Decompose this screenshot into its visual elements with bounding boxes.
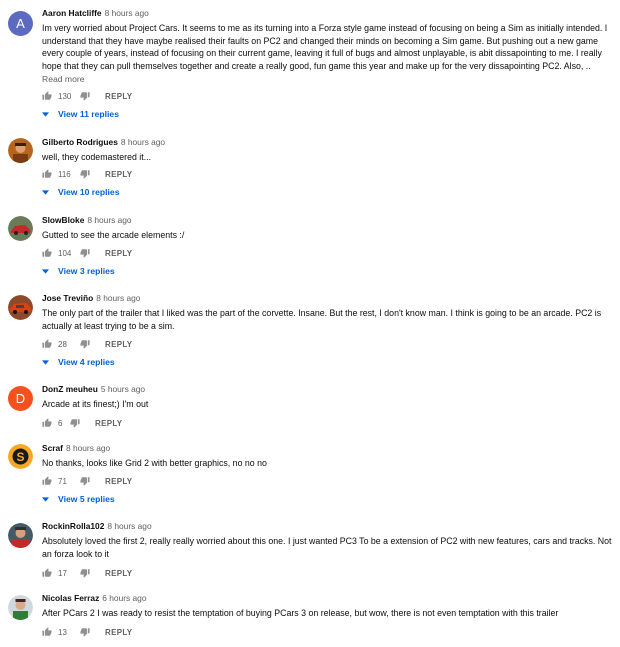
reply-button[interactable]: REPLY <box>105 569 132 578</box>
like-count: 104 <box>58 248 72 258</box>
view-replies-label: View 3 replies <box>58 266 115 276</box>
car-photo-avatar-icon <box>8 295 33 320</box>
like-icon[interactable] <box>42 627 52 637</box>
reply-button[interactable]: REPLY <box>105 92 132 101</box>
read-more-link[interactable]: Read more <box>42 73 614 85</box>
chevron-down-icon <box>42 111 49 117</box>
like-icon[interactable] <box>42 169 52 179</box>
comment-time[interactable]: 5 hours ago <box>101 384 145 394</box>
comment-text: Gutted to see the arcade elements :/ <box>42 230 185 240</box>
s-logo-avatar-icon: S <box>8 444 33 469</box>
view-replies-label: View 11 replies <box>58 109 119 119</box>
chevron-down-icon <box>42 268 49 274</box>
like-count: 13 <box>58 627 67 637</box>
reply-button[interactable]: REPLY <box>105 170 132 179</box>
comment-time[interactable]: 8 hours ago <box>121 137 165 147</box>
like-count: 116 <box>58 169 71 179</box>
dislike-icon[interactable] <box>80 339 90 349</box>
reply-button[interactable]: REPLY <box>105 249 132 258</box>
comment-time[interactable]: 6 hours ago <box>102 593 146 603</box>
avatar[interactable] <box>8 216 33 241</box>
view-replies-button[interactable]: View 10 replies <box>42 186 119 198</box>
dislike-icon[interactable] <box>80 248 90 258</box>
like-count: 130 <box>58 91 72 101</box>
comment-author[interactable]: RockinRolla102 <box>42 521 104 531</box>
dislike-icon[interactable] <box>80 627 90 637</box>
person-photo-avatar-icon <box>8 595 33 620</box>
dislike-icon[interactable] <box>80 568 90 578</box>
view-replies-label: View 4 replies <box>58 357 115 367</box>
avatar[interactable]: D <box>8 386 33 411</box>
like-count: 6 <box>58 418 63 428</box>
like-icon[interactable] <box>42 91 52 101</box>
chevron-down-icon <box>42 359 49 365</box>
view-replies-label: View 5 replies <box>58 494 115 504</box>
comment-text: The only part of the trailer that I like… <box>42 308 602 331</box>
comment-author[interactable]: SlowBloke <box>42 215 84 225</box>
like-count: 28 <box>58 339 67 349</box>
dislike-icon[interactable] <box>80 169 90 179</box>
photo-avatar-icon <box>8 523 33 548</box>
view-replies-button[interactable]: View 3 replies <box>42 265 115 277</box>
comment-author[interactable]: Nicolas Ferraz <box>42 593 99 603</box>
view-replies-button[interactable]: View 11 replies <box>42 108 119 120</box>
comment-time[interactable]: 8 hours ago <box>66 443 110 453</box>
comment-text: No thanks, looks like Grid 2 with better… <box>42 458 267 468</box>
comment-author[interactable]: Jose Treviño <box>42 293 93 303</box>
like-icon[interactable] <box>42 339 52 349</box>
like-count: 17 <box>58 568 67 578</box>
comment-time[interactable]: 8 hours ago <box>105 8 149 18</box>
avatar-letter: D <box>15 391 26 406</box>
comment-time[interactable]: 8 hours ago <box>87 215 131 225</box>
comment-text: well, they codemastered it... <box>42 152 152 162</box>
photo-avatar-icon <box>8 138 33 163</box>
comment-time[interactable]: 8 hours ago <box>96 293 140 303</box>
avatar[interactable] <box>8 523 33 548</box>
comment-time[interactable]: 8 hours ago <box>107 521 151 531</box>
like-icon[interactable] <box>42 418 52 428</box>
like-count: 71 <box>58 476 67 486</box>
red-car-avatar-icon <box>8 216 33 241</box>
comment-text: Im very worried about Project Cars. It s… <box>42 23 608 71</box>
reply-button[interactable]: REPLY <box>105 340 132 349</box>
comment-text: After PCars 2 I was ready to resist the … <box>42 608 559 618</box>
dislike-icon[interactable] <box>70 418 80 428</box>
avatar[interactable]: S <box>8 444 33 469</box>
svg-text:S: S <box>16 450 24 464</box>
dislike-icon[interactable] <box>80 91 90 101</box>
comment-author[interactable]: Scraf <box>42 443 63 453</box>
dislike-icon[interactable] <box>80 476 90 486</box>
avatar[interactable]: A <box>8 11 33 36</box>
view-replies-label: View 10 replies <box>58 187 120 197</box>
reply-button[interactable]: REPLY <box>105 477 132 486</box>
like-icon[interactable] <box>42 476 52 486</box>
avatar[interactable] <box>8 595 33 620</box>
like-icon[interactable] <box>42 568 52 578</box>
chevron-down-icon <box>42 496 49 502</box>
view-replies-button[interactable]: View 5 replies <box>42 493 115 505</box>
view-replies-button[interactable]: View 4 replies <box>42 356 115 368</box>
like-icon[interactable] <box>42 248 52 258</box>
reply-button[interactable]: REPLY <box>95 419 122 428</box>
chevron-down-icon <box>42 189 49 195</box>
avatar-letter: A <box>16 16 25 31</box>
reply-button[interactable]: REPLY <box>105 628 132 637</box>
comment-text: Absolutely loved the first 2, really rea… <box>42 536 612 559</box>
comment-author[interactable]: Gilberto Rodrigues <box>42 137 118 147</box>
avatar[interactable] <box>8 295 33 320</box>
comment-author[interactable]: Aaron Hatcliffe <box>42 8 102 18</box>
comment-author[interactable]: DonZ meuheu <box>42 384 98 394</box>
comment-text: Arcade at its finest;) I'm out <box>42 399 149 409</box>
avatar[interactable] <box>8 138 33 163</box>
